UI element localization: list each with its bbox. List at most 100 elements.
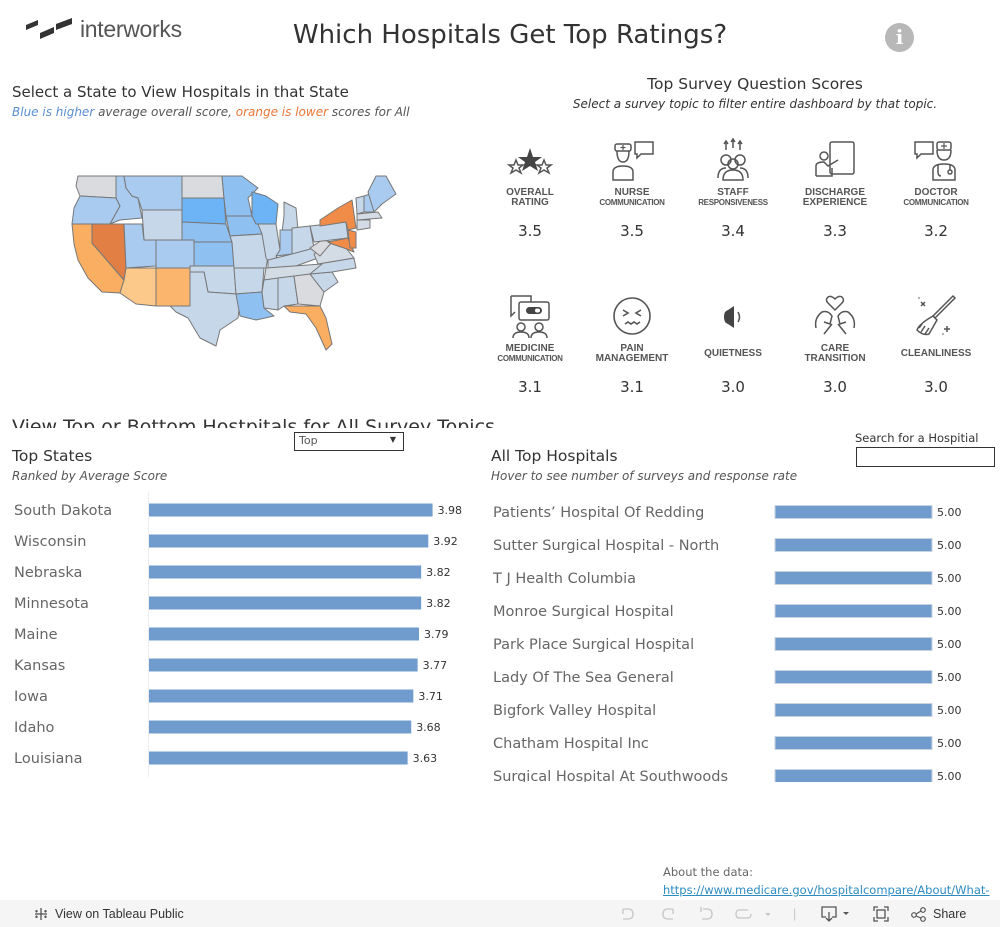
bar-value-label: 5.00 [937, 671, 962, 684]
topic-score: 3.4 [721, 222, 745, 240]
topic-icon-wrap [687, 294, 779, 338]
bar-value-label: 3.77 [423, 659, 448, 672]
bar-value-label: 5.00 [937, 638, 962, 651]
top-states-title: Top States [12, 447, 93, 465]
share-button[interactable]: Share [910, 900, 966, 927]
bar[interactable] [149, 503, 433, 517]
survey-topic-cleanliness[interactable]: CLEANLINESS 3.0 [890, 294, 982, 396]
topic-label-line2: CLEANLINESS [900, 348, 972, 359]
about-data-link[interactable]: https://www.medicare.gov/hospitalcompare… [663, 883, 990, 897]
survey-topic-medicine-communication[interactable]: MEDICINE COMMUNICATION 3.1 [484, 294, 576, 396]
topic-label-line2: MANAGEMENT [595, 353, 669, 364]
survey-topic-staff-responsiveness[interactable]: STAFF RESPONSIVENESS 3.4 [687, 138, 779, 240]
top-hospitals-subtitle: Hover to see number of surveys and respo… [491, 469, 798, 483]
state-connecticut[interactable] [356, 219, 371, 231]
view-on-tableau-label: View on Tableau Public [55, 906, 184, 921]
bar[interactable] [774, 538, 933, 552]
state-missouri[interactable] [229, 233, 269, 269]
state-arizona[interactable] [119, 267, 157, 307]
bar-value-label: 3.71 [418, 690, 443, 703]
us-states-map[interactable] [70, 168, 420, 358]
state-mississippi[interactable] [261, 277, 279, 311]
bar[interactable] [774, 736, 933, 750]
refresh-button[interactable] [734, 900, 770, 927]
tableau-toolbar: View on Tableau Public | Share [0, 900, 1000, 927]
bar[interactable] [149, 565, 422, 579]
bar[interactable] [774, 670, 933, 684]
topic-score: 3.2 [924, 222, 948, 240]
state-wisconsin[interactable] [251, 191, 279, 225]
topic-icon-wrap [586, 294, 678, 338]
state-south-dakota[interactable] [181, 197, 227, 225]
survey-topic-care-transition[interactable]: CARE TRANSITION 3.0 [789, 294, 881, 396]
topic-label: OVERALL RATING [484, 186, 576, 210]
bar[interactable] [774, 604, 933, 618]
undo-button[interactable] [619, 900, 637, 927]
bar[interactable] [149, 596, 422, 610]
bar[interactable] [774, 571, 933, 585]
download-button[interactable] [820, 900, 852, 927]
survey-topic-discharge-experience[interactable]: DISCHARGE EXPERIENCE 3.3 [789, 138, 881, 240]
bar-value-label: 3.98 [438, 504, 463, 517]
topic-label: PAIN MANAGEMENT [586, 342, 678, 366]
top-hospitals-scroll-area[interactable]: Patients’ Hospital Of Redding 5.00 Sutter … [480, 495, 1000, 782]
bar[interactable] [149, 751, 408, 765]
topic-icon-wrap [789, 138, 881, 182]
topic-score: 3.5 [620, 222, 644, 240]
survey-topic-pain-management[interactable]: PAIN MANAGEMENT 3.1 [586, 294, 678, 396]
redo-button[interactable] [659, 900, 677, 927]
topic-label: STAFF RESPONSIVENESS [687, 186, 779, 210]
state-massachusetts[interactable] [356, 211, 383, 221]
state-nebraska[interactable] [181, 221, 233, 243]
bar[interactable] [149, 689, 414, 703]
topic-label: QUIETNESS [687, 342, 779, 366]
state-new-jersey[interactable] [347, 229, 357, 249]
topic-label: MEDICINE COMMUNICATION [484, 342, 576, 366]
topic-icon-wrap [890, 138, 982, 182]
info-icon[interactable]: i [885, 23, 914, 52]
toolbar-divider: | [793, 906, 797, 921]
state-maine[interactable] [367, 175, 397, 213]
bar-value-label: 3.63 [413, 752, 438, 765]
fullscreen-button[interactable] [872, 900, 890, 927]
topic-icon-wrap [687, 138, 779, 182]
state-washington[interactable] [75, 175, 117, 199]
bar[interactable] [774, 703, 933, 717]
redo-icon [662, 907, 674, 920]
top-hospitals-bar-chart: Patients’ Hospital Of Redding 5.00 Sutter … [492, 505, 962, 783]
survey-topic-nurse-communication[interactable]: NURSE COMMUNICATION 3.5 [586, 138, 678, 240]
about-data-label: About the data: [663, 865, 753, 879]
topic-label: CLEANLINESS [890, 342, 982, 366]
bar[interactable] [149, 658, 418, 672]
state-colorado[interactable] [155, 239, 195, 269]
category-label: Monroe Surgical Hospital [493, 604, 674, 620]
top-states-bar-chart: South Dakota 3.98 Wisconsin 3.92 Nebraska 3.8… [14, 492, 463, 777]
state-kansas[interactable] [193, 241, 235, 267]
topic-label-line2: EXPERIENCE [802, 197, 868, 208]
category-label: Bigfork Valley Hospital [493, 703, 656, 719]
view-top-bottom-title: View Top or Bottom Hostpitals for All Su… [12, 416, 495, 428]
state-new-mexico[interactable] [155, 267, 191, 307]
view-on-tableau-public-button[interactable]: View on Tableau Public [33, 900, 184, 927]
category-label: Iowa [14, 689, 48, 705]
state-florida[interactable] [283, 305, 333, 351]
bar[interactable] [149, 534, 429, 548]
search-hospital-input[interactable] [856, 447, 995, 467]
revert-button[interactable] [698, 900, 716, 927]
chevron-down-icon: ▼ [389, 435, 396, 444]
bar[interactable] [149, 720, 412, 734]
survey-topic-overall-rating[interactable]: OVERALL RATING 3.5 [484, 138, 576, 240]
state-north-dakota[interactable] [181, 175, 225, 199]
survey-topic-doctor-communication[interactable]: DOCTOR COMMUNICATION 3.2 [890, 138, 982, 240]
state-arkansas[interactable] [233, 267, 265, 295]
legend-mid-text: average overall score, [94, 105, 236, 119]
bar[interactable] [774, 505, 933, 519]
state-vermont[interactable] [355, 195, 365, 215]
survey-topic-quietness[interactable]: QUIETNESS 3.0 [687, 294, 779, 396]
bar[interactable] [774, 769, 933, 783]
top-bottom-dropdown[interactable]: Top ▼ [294, 432, 404, 451]
bar[interactable] [774, 637, 933, 651]
state-wyoming[interactable] [141, 209, 183, 241]
bar[interactable] [149, 627, 420, 641]
topic-label: NURSE COMMUNICATION [586, 186, 678, 210]
